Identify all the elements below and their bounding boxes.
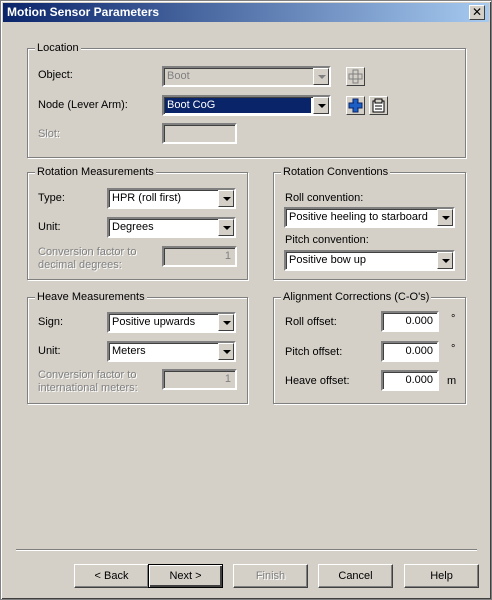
add-node-button[interactable] <box>346 96 365 115</box>
heave-sign-label: Sign: <box>38 316 64 328</box>
heave-sign-value: Positive upwards <box>112 316 196 328</box>
finish-button: Finish <box>233 564 308 588</box>
heave-unit-label: Unit: <box>38 345 61 357</box>
rotation-unit-label: Unit: <box>38 221 61 233</box>
close-button[interactable]: ✕ <box>469 5 485 20</box>
add-object-button <box>346 67 365 86</box>
rotation-conversion-label-2: decimal degrees: <box>38 259 122 271</box>
pitch-offset-value: 0.000 <box>405 345 433 357</box>
rotation-type-label: Type: <box>38 192 65 204</box>
rotation-conversion-field: 1 <box>162 246 237 267</box>
chevron-down-icon <box>437 252 453 269</box>
rotation-conversion-value: 1 <box>224 250 231 262</box>
object-label: Object: <box>38 69 73 81</box>
rotation-unit-value: Degrees <box>112 221 154 233</box>
heave-conversion-label-2: international meters: <box>38 382 138 394</box>
button-separator <box>16 549 477 551</box>
roll-offset-label: Roll offset: <box>285 316 337 328</box>
roll-convention-select[interactable]: Positive heeling to starboard <box>284 207 455 228</box>
chevron-down-icon <box>313 68 329 85</box>
heave-offset-input[interactable]: 0.000 <box>381 370 439 391</box>
rotation-type-select[interactable]: HPR (roll first) <box>107 188 236 209</box>
chevron-down-icon <box>218 219 234 236</box>
heave-measurements-title: Heave Measurements <box>35 291 147 303</box>
chevron-down-icon <box>218 343 234 360</box>
roll-offset-input[interactable]: 0.000 <box>381 311 439 332</box>
node-select[interactable]: Boot CoG <box>162 95 331 116</box>
next-button[interactable]: Next > <box>148 564 223 588</box>
heave-offset-value: 0.000 <box>405 374 433 386</box>
node-label: Node (Lever Arm): <box>38 99 128 111</box>
heave-sign-select[interactable]: Positive upwards <box>107 312 236 333</box>
help-button[interactable]: Help <box>404 564 479 588</box>
properties-icon <box>372 98 385 113</box>
object-select-value: Boot <box>167 70 190 82</box>
add-node-icon <box>348 98 363 113</box>
add-node-icon-disabled <box>348 69 363 84</box>
heave-offset-label: Heave offset: <box>285 375 350 387</box>
slot-label: Slot: <box>38 128 61 140</box>
pitch-offset-label: Pitch offset: <box>285 346 343 358</box>
close-icon: ✕ <box>471 5 483 19</box>
node-select-value: Boot CoG <box>165 98 311 113</box>
roll-convention-label: Roll convention: <box>285 192 364 204</box>
roll-convention-value: Positive heeling to starboard <box>289 211 428 223</box>
pitch-convention-select[interactable]: Positive bow up <box>284 250 455 271</box>
alignment-corrections-title: Alignment Corrections (C-O's) <box>281 291 432 303</box>
heave-offset-unit: m <box>447 375 457 387</box>
back-button[interactable]: < Back <box>74 564 149 588</box>
node-properties-button[interactable] <box>369 96 388 115</box>
title-bar[interactable]: Motion Sensor Parameters ✕ <box>3 3 489 22</box>
heave-unit-value: Meters <box>112 345 146 357</box>
roll-offset-unit: ° <box>451 313 456 325</box>
dialog-window: Motion Sensor Parameters ✕ Location Obje… <box>0 0 492 600</box>
chevron-down-icon <box>313 97 329 114</box>
window-title: Motion Sensor Parameters <box>7 5 160 19</box>
heave-conversion-label-1: Conversion factor to <box>38 369 137 381</box>
pitch-offset-input[interactable]: 0.000 <box>381 341 439 362</box>
heave-unit-select[interactable]: Meters <box>107 341 236 362</box>
chevron-down-icon <box>218 314 234 331</box>
rotation-conventions-title: Rotation Conventions <box>281 166 391 178</box>
object-select[interactable]: Boot <box>162 66 331 87</box>
roll-offset-value: 0.000 <box>405 315 433 327</box>
slot-field <box>162 123 237 144</box>
rotation-conversion-label-1: Conversion factor to <box>38 246 137 258</box>
pitch-convention-value: Positive bow up <box>289 254 367 266</box>
rotation-measurements-title: Rotation Measurements <box>35 166 156 178</box>
pitch-convention-label: Pitch convention: <box>285 234 369 246</box>
chevron-down-icon <box>218 190 234 207</box>
cancel-button[interactable]: Cancel <box>318 564 393 588</box>
location-group-title: Location <box>35 42 81 54</box>
rotation-type-value: HPR (roll first) <box>112 192 182 204</box>
heave-conversion-value: 1 <box>224 373 231 385</box>
rotation-unit-select[interactable]: Degrees <box>107 217 236 238</box>
chevron-down-icon <box>437 209 453 226</box>
heave-conversion-field: 1 <box>162 369 237 390</box>
pitch-offset-unit: ° <box>451 343 456 355</box>
